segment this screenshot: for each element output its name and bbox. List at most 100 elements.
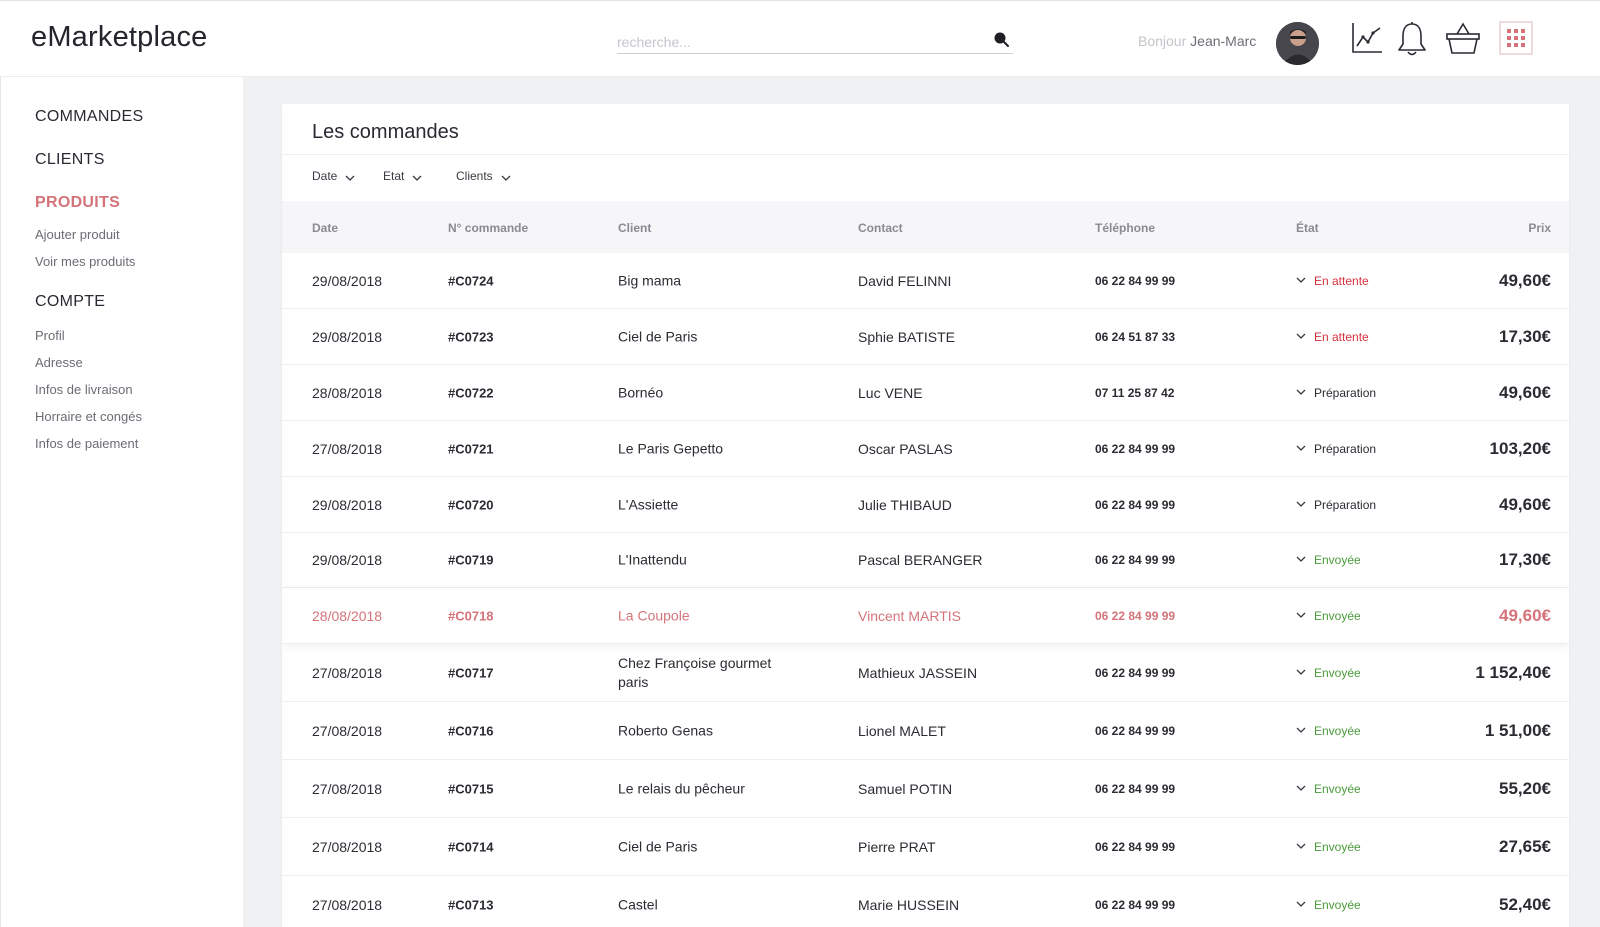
order-contact: Luc VENE <box>858 384 923 401</box>
table-row[interactable]: 27/08/2018 #C0713 Castel Marie HUSSEIN 06 22… <box>282 876 1569 927</box>
table-row[interactable]: 27/08/2018 #C0721 Le Paris Gepetto Oscar PA… <box>282 421 1569 477</box>
order-status[interactable]: Préparation <box>1296 442 1376 456</box>
filter-clients[interactable]: Clients <box>456 169 511 183</box>
page-title: Les commandes <box>312 121 459 143</box>
nav-infos-livraison[interactable]: Infos de livraison <box>35 382 133 397</box>
filter-etat[interactable]: Etat <box>383 169 422 183</box>
order-client: La Coupole <box>618 607 690 623</box>
table-row[interactable]: 29/08/2018 #C0724 Big mama David FELINNI 06 … <box>282 253 1569 309</box>
chevron-down-icon <box>1296 727 1306 733</box>
bell-icon[interactable] <box>1397 21 1427 57</box>
order-status[interactable]: Envoyée <box>1296 609 1361 623</box>
col-num[interactable]: N° commande <box>448 221 528 235</box>
col-date[interactable]: Date <box>312 221 338 235</box>
nav-voir-produits[interactable]: Voir mes produits <box>35 254 135 269</box>
user-name[interactable]: Jean-Marc <box>1190 33 1256 49</box>
order-price: 52,40€ <box>1499 894 1551 914</box>
col-price[interactable]: Prix <box>1528 221 1551 235</box>
order-contact: Marie HUSSEIN <box>858 896 960 913</box>
nav-clients[interactable]: CLIENTS <box>35 151 105 169</box>
order-status[interactable]: En attente <box>1296 330 1369 344</box>
col-state[interactable]: État <box>1296 221 1319 235</box>
order-status[interactable]: Envoyée <box>1296 724 1361 738</box>
order-client: Ciel de Paris <box>618 328 698 344</box>
col-contact[interactable]: Contact <box>858 221 903 235</box>
search-input[interactable] <box>617 33 967 51</box>
table-header: Date N° commande Client Contact Téléphon… <box>282 201 1569 253</box>
nav-adresse[interactable]: Adresse <box>35 355 83 370</box>
order-number: #C0717 <box>448 665 494 680</box>
nav-horaires[interactable]: Horraire et congés <box>35 409 142 424</box>
filter-date-label: Date <box>312 169 338 183</box>
order-status-label: Envoyée <box>1314 608 1361 623</box>
order-status[interactable]: Envoyée <box>1296 898 1361 912</box>
nav-profil[interactable]: Profil <box>35 328 65 343</box>
order-status-label: En attente <box>1314 329 1369 344</box>
app-logo[interactable]: eMarketplace <box>31 21 208 54</box>
search-icon[interactable] <box>992 30 1010 48</box>
search-bar <box>617 27 1013 54</box>
order-status[interactable]: En attente <box>1296 274 1369 288</box>
order-date: 28/08/2018 <box>312 607 383 624</box>
table-row[interactable]: 29/08/2018 #C0720 L'Assiette Julie THIBAUD 0… <box>282 477 1569 533</box>
order-date: 29/08/2018 <box>312 328 383 345</box>
nav-produits[interactable]: PRODUITS <box>35 194 120 212</box>
chart-icon[interactable] <box>1351 21 1383 55</box>
top-bar: eMarketplace Bonjour Jean-Marc <box>0 0 1600 77</box>
order-status[interactable]: Envoyée <box>1296 840 1361 854</box>
avatar[interactable] <box>1276 22 1319 65</box>
table-row[interactable]: 28/08/2018 #C0722 Bornéo Luc VENE 07 11 25 8… <box>282 365 1569 421</box>
order-date: 28/08/2018 <box>312 384 383 401</box>
order-client: Castel <box>618 896 658 912</box>
chevron-down-icon <box>501 175 511 182</box>
table-row[interactable]: 27/08/2018 #C0715 Le relais du pêcheur Samu… <box>282 760 1569 818</box>
user-greeting: Bonjour Jean-Marc <box>1138 33 1256 49</box>
chevron-down-icon <box>412 175 422 182</box>
order-phone: 06 24 51 87 33 <box>1095 329 1176 344</box>
table-row[interactable]: 28/08/2018 #C0718 La Coupole Vincent MARTIS… <box>282 588 1569 644</box>
basket-icon[interactable] <box>1446 21 1480 55</box>
order-status[interactable]: Préparation <box>1296 498 1376 512</box>
orders-panel: Les commandes Date Etat Clients Date N° … <box>282 104 1569 927</box>
order-phone: 07 11 25 87 42 <box>1095 385 1175 400</box>
table-row[interactable]: 27/08/2018 #C0717 Chez Françoise gourmet p… <box>282 644 1569 702</box>
chevron-down-icon <box>1296 843 1306 849</box>
order-status[interactable]: Envoyée <box>1296 782 1361 796</box>
order-status[interactable]: Envoyée <box>1296 553 1361 567</box>
order-price: 1 152,40€ <box>1475 662 1551 682</box>
col-phone[interactable]: Téléphone <box>1095 221 1155 235</box>
order-status-label: Préparation <box>1314 441 1377 456</box>
table-row[interactable]: 29/08/2018 #C0719 L'Inattendu Pascal BERANG… <box>282 533 1569 588</box>
order-status-label: En attente <box>1314 273 1369 288</box>
nav-infos-paiement[interactable]: Infos de paiement <box>35 436 138 451</box>
nav-commandes[interactable]: COMMANDES <box>35 108 143 126</box>
order-number: #C0723 <box>448 329 494 344</box>
nav-compte[interactable]: COMPTE <box>35 293 105 311</box>
table-row[interactable]: 27/08/2018 #C0716 Roberto Genas Lionel MALE… <box>282 702 1569 760</box>
nav-ajouter-produit[interactable]: Ajouter produit <box>35 227 120 242</box>
order-status[interactable]: Préparation <box>1296 386 1376 400</box>
order-status-label: Préparation <box>1314 497 1377 512</box>
order-number: #C0713 <box>448 897 494 912</box>
grid-icon[interactable] <box>1499 21 1533 55</box>
order-price: 49,60€ <box>1499 605 1551 625</box>
order-date: 27/08/2018 <box>312 896 383 913</box>
chevron-down-icon <box>1296 389 1306 395</box>
order-client: Roberto Genas <box>618 722 713 738</box>
order-number: #C0721 <box>448 441 494 456</box>
table-row[interactable]: 27/08/2018 #C0714 Ciel de Paris Pierre PRAT… <box>282 818 1569 876</box>
order-number: #C0719 <box>448 552 494 568</box>
table-row[interactable]: 29/08/2018 #C0723 Ciel de Paris Sphie BATIS… <box>282 309 1569 365</box>
col-client[interactable]: Client <box>618 221 651 235</box>
order-date: 27/08/2018 <box>312 722 383 739</box>
divider <box>282 154 1569 155</box>
filter-date[interactable]: Date <box>312 169 355 183</box>
order-number: #C0724 <box>448 273 494 288</box>
order-number: #C0720 <box>448 497 494 512</box>
order-price: 55,20€ <box>1499 778 1551 798</box>
order-client: Le Paris Gepetto <box>618 440 724 456</box>
order-status-label: Envoyée <box>1314 781 1361 796</box>
order-status[interactable]: Envoyée <box>1296 666 1361 680</box>
order-contact: Pascal BERANGER <box>858 552 983 568</box>
order-price: 49,60€ <box>1499 494 1551 514</box>
